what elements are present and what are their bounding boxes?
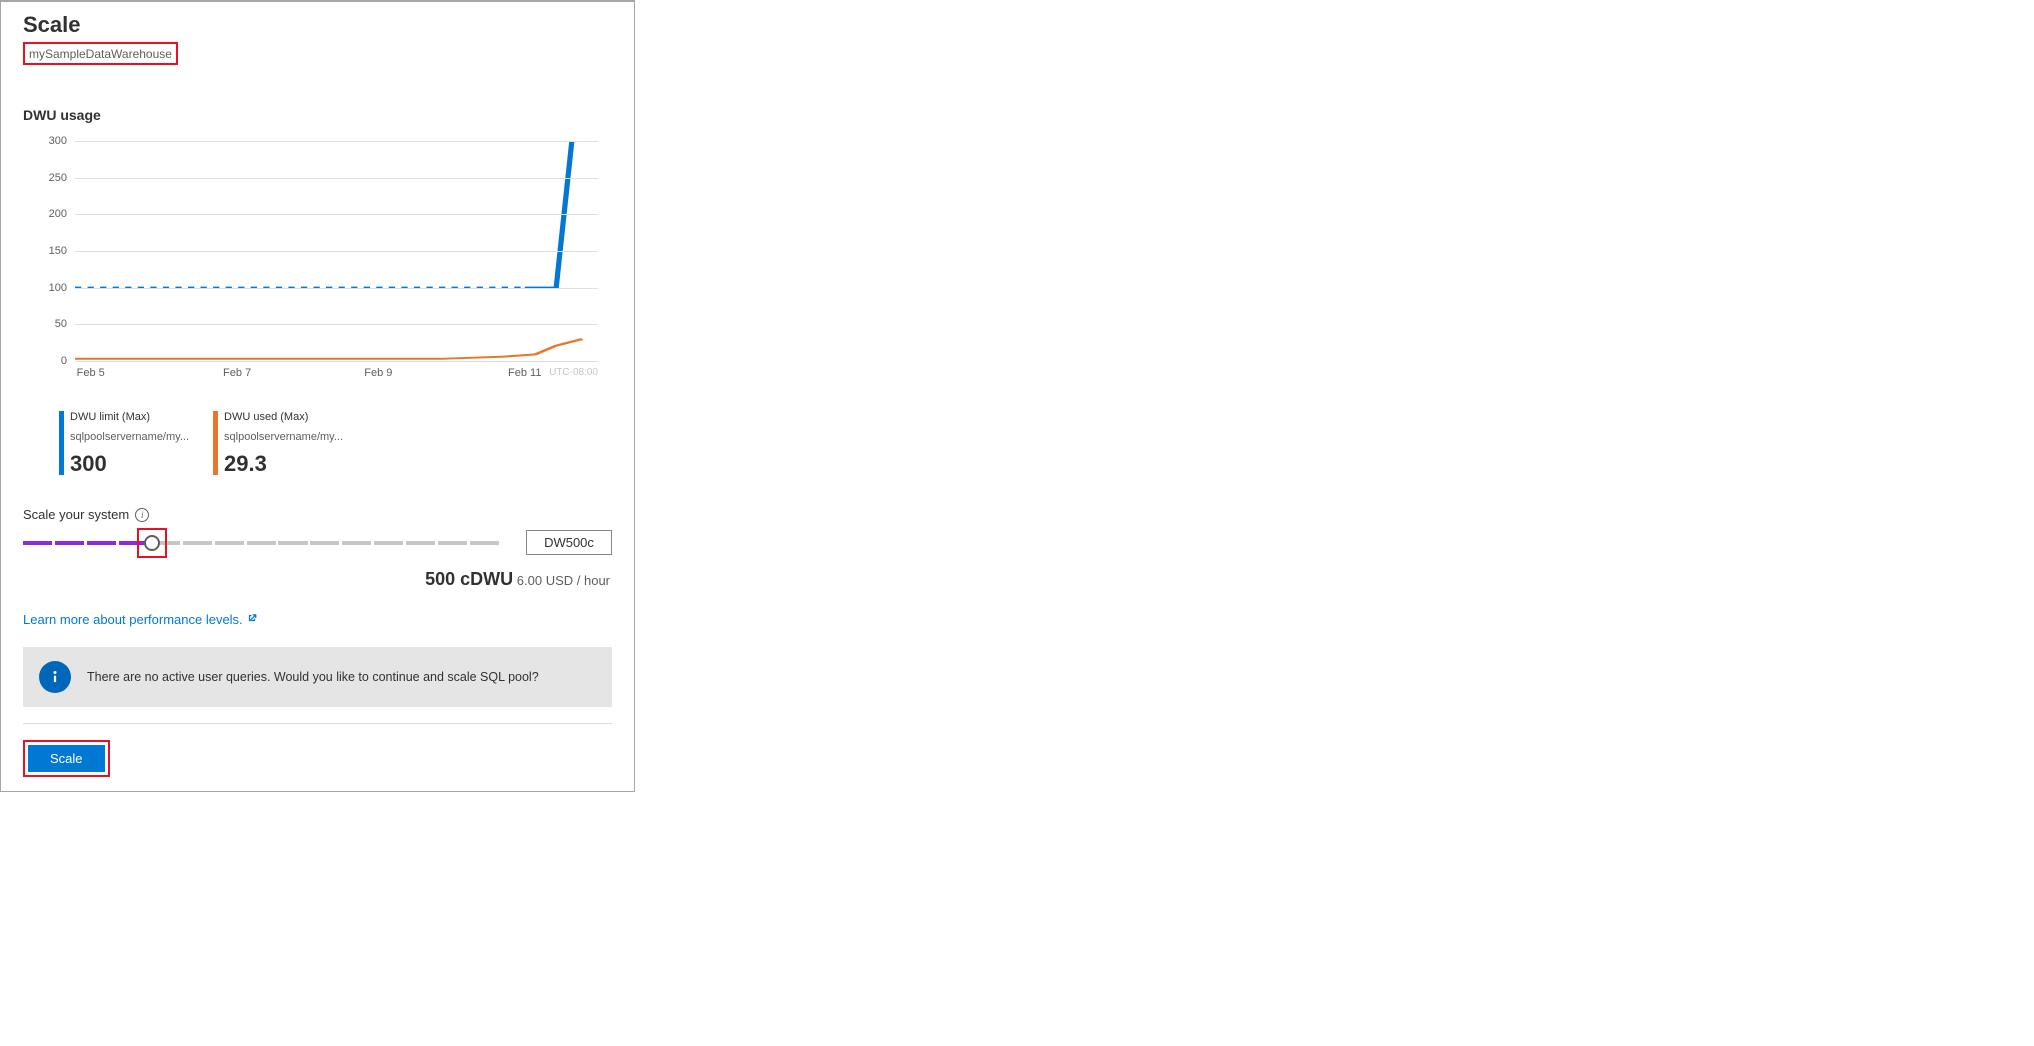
info-banner-text: There are no active user queries. Would … xyxy=(87,670,539,684)
slider-segment xyxy=(278,541,307,545)
x-tick-label: Feb 9 xyxy=(364,367,392,379)
info-banner: There are no active user queries. Would … xyxy=(23,647,612,707)
dwu-usage-heading: DWU usage xyxy=(23,107,612,123)
metric-dwu-limit: DWU limit (Max) sqlpoolservername/my... 30… xyxy=(59,411,189,475)
slider-thumb[interactable] xyxy=(144,535,160,551)
metric-subtext: sqlpoolservername/my... xyxy=(70,431,189,443)
cost-dwu: 500 cDWU xyxy=(425,569,513,589)
slider-segment xyxy=(183,541,212,545)
x-tick-label: Feb 11 xyxy=(508,367,541,379)
slider-segment xyxy=(215,541,244,545)
scale-slider-label: Scale your system xyxy=(23,507,129,522)
info-badge-icon xyxy=(39,661,71,693)
y-tick-label: 100 xyxy=(49,282,67,294)
metric-subtext: sqlpoolservername/my... xyxy=(224,431,343,443)
slider-segment xyxy=(55,541,84,545)
scale-button[interactable]: Scale xyxy=(28,745,105,772)
y-tick-label: 150 xyxy=(49,245,67,257)
slider-segment xyxy=(438,541,467,545)
page-title: Scale xyxy=(23,12,612,38)
dwu-usage-chart: 050100150200250300 UTC-08:00 Feb 5Feb 7F… xyxy=(23,141,612,401)
x-tick-label: Feb 7 xyxy=(223,367,251,379)
x-tick-label: Feb 5 xyxy=(77,367,105,379)
slider-segment xyxy=(342,541,371,545)
metric-value: 29.3 xyxy=(224,453,343,475)
y-tick-label: 0 xyxy=(61,355,67,367)
y-tick-label: 300 xyxy=(49,135,67,147)
y-tick-label: 50 xyxy=(55,318,67,330)
scale-slider[interactable] xyxy=(23,535,502,551)
metric-dwu-used: DWU used (Max) sqlpoolservername/my... 29.… xyxy=(213,411,343,475)
slider-segment xyxy=(247,541,276,545)
scale-button-annotation: Scale xyxy=(23,740,110,777)
external-link-icon xyxy=(247,613,257,626)
resource-name: mySampleDataWarehouse xyxy=(29,47,172,61)
chart-timezone-label: UTC-08:00 xyxy=(549,367,598,378)
metric-label: DWU limit (Max) xyxy=(70,411,189,423)
info-icon[interactable]: i xyxy=(135,508,149,522)
slider-segment xyxy=(470,541,499,545)
slider-segment xyxy=(374,541,403,545)
metric-value: 300 xyxy=(70,453,189,475)
slider-segment xyxy=(406,541,435,545)
slider-segment xyxy=(310,541,339,545)
slider-segment xyxy=(87,541,116,545)
scale-panel: Scale mySampleDataWarehouse DWU usage 0 5… xyxy=(0,0,635,792)
scale-value-box: DW500c xyxy=(526,530,612,555)
slider-segment xyxy=(23,541,52,545)
resource-name-annotation: mySampleDataWarehouse xyxy=(23,42,178,65)
y-tick-label: 200 xyxy=(49,208,67,220)
learn-more-link[interactable]: Learn more about performance levels. xyxy=(23,612,257,627)
cost-rate: 6.00 USD / hour xyxy=(517,573,610,588)
y-tick-label: 250 xyxy=(49,172,67,184)
metric-label: DWU used (Max) xyxy=(224,411,343,423)
